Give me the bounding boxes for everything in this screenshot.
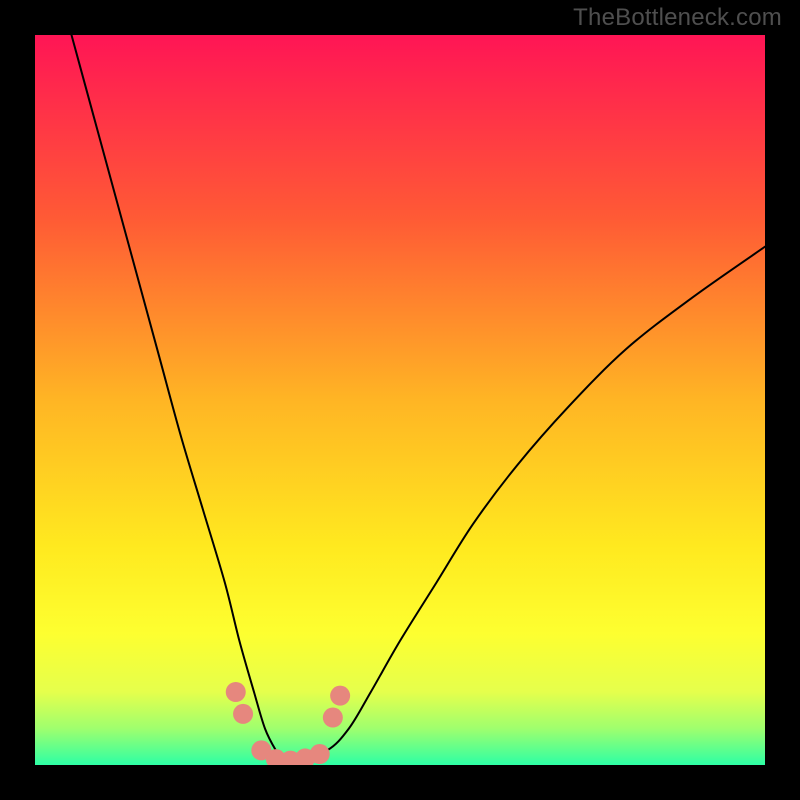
marker-point xyxy=(330,686,350,706)
chart-container: TheBottleneck.com xyxy=(0,0,800,800)
watermark-text: TheBottleneck.com xyxy=(573,4,782,32)
marker-point xyxy=(226,682,246,702)
curve-main-curve xyxy=(72,35,766,763)
plot-area xyxy=(35,35,765,765)
chart-curves xyxy=(35,35,765,765)
marker-point xyxy=(310,744,330,764)
marker-point xyxy=(233,704,253,724)
marker-point xyxy=(323,708,343,728)
